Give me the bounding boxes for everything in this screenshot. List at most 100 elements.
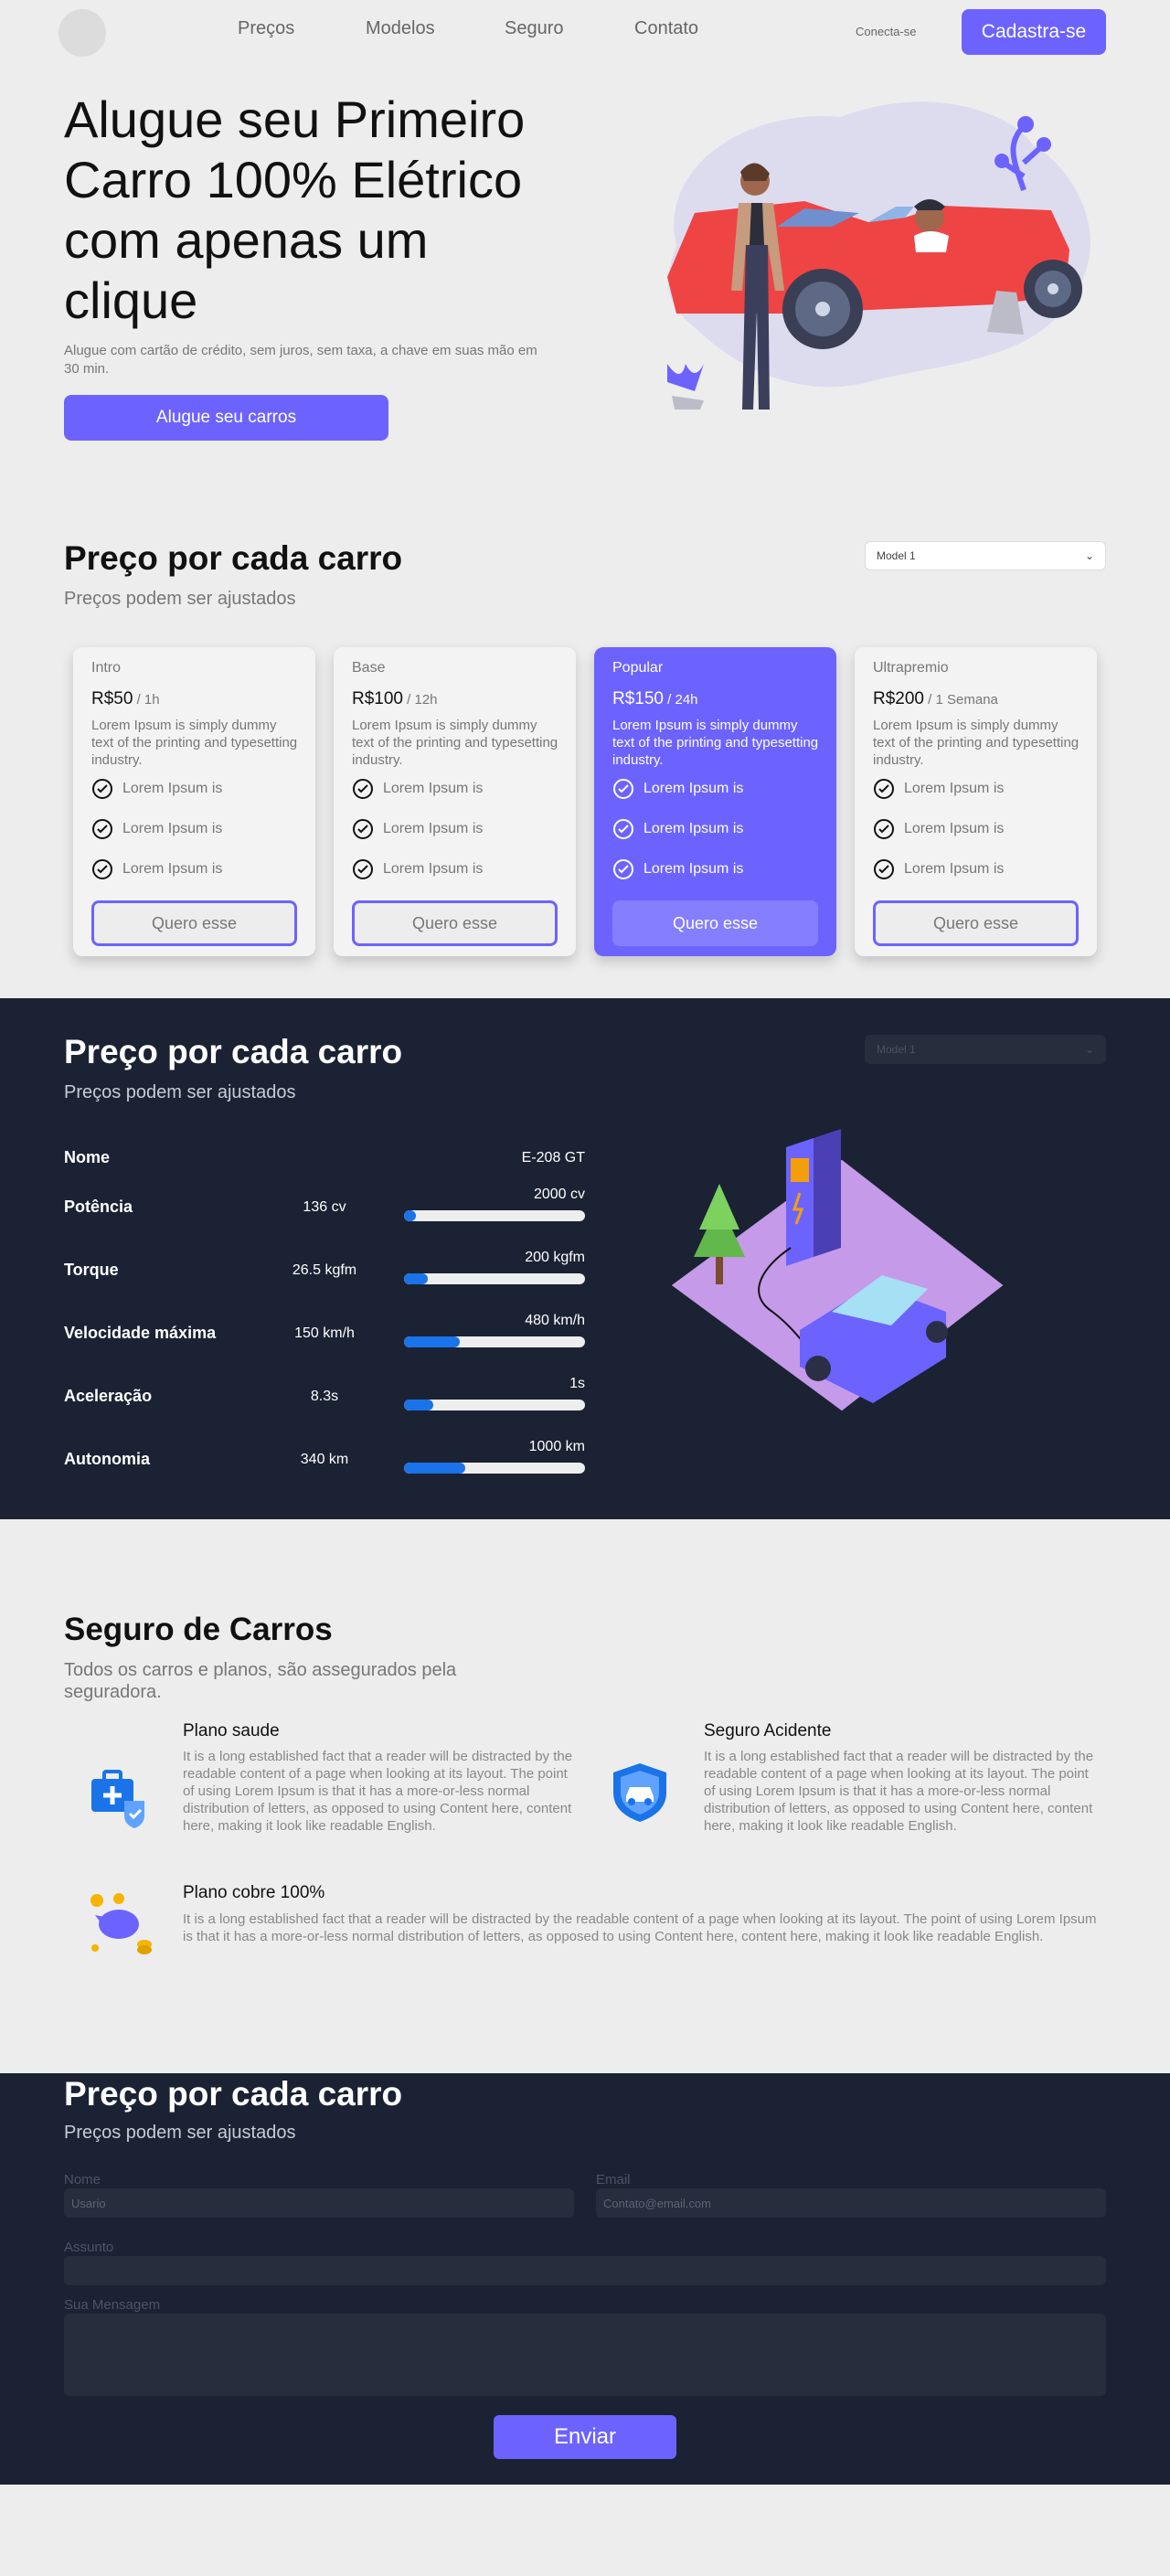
spec-label: Autonomia <box>64 1450 150 1468</box>
insurance-item-text: It is a long established fact that a rea… <box>183 1749 573 1834</box>
pricing-card-intro: Intro R$50 / 1h Lorem Ipsum is simply du… <box>73 647 315 956</box>
check-circle-icon <box>353 779 373 799</box>
feature-item: Lorem Ipsum is <box>873 777 1004 801</box>
check-circle-icon <box>92 859 112 879</box>
spec-value: 136 cv <box>303 1199 346 1215</box>
email-label: Email <box>596 2172 631 2187</box>
charging-station-illustration <box>672 1129 1004 1411</box>
card-tier: Ultrapremio <box>873 660 949 676</box>
email-input-placeholder: Contato@email.com <box>603 2196 711 2210</box>
pricing-card-ultrapremio: Ultrapremio R$200 / 1 Semana Lorem Ipsum… <box>855 647 1097 956</box>
spec-label: Velocidade máxima <box>64 1324 217 1342</box>
signup-button[interactable]: Cadastra-se <box>962 9 1106 55</box>
subject-label: Assunto <box>64 2240 114 2255</box>
login-link[interactable]: Conecta-se <box>856 25 916 38</box>
spec-max: 480 km/h <box>525 1313 585 1328</box>
specs-model-select[interactable]: Model 1 ⌄ <box>865 1035 1106 1064</box>
send-button[interactable]: Enviar <box>494 2415 676 2459</box>
check-circle-icon <box>874 859 894 879</box>
feature-label: Lorem Ipsum is <box>122 821 223 836</box>
feature-label: Lorem Ipsum is <box>383 861 484 877</box>
car-shield-icon <box>613 1763 666 1822</box>
spec-name-label: Nome <box>64 1148 111 1166</box>
model-select[interactable]: Model 1 ⌄ <box>865 541 1106 570</box>
card-description: Lorem Ipsum is simply dummy text of the … <box>352 718 558 768</box>
card-price: R$100 / 12h <box>352 689 438 709</box>
nav-link-contato[interactable]: Contato <box>634 18 698 39</box>
spec-name-value: E-208 GT <box>521 1150 585 1166</box>
pricing-subtitle: Preços podem ser ajustados <box>64 589 296 609</box>
card-price: R$50 / 1h <box>91 689 160 709</box>
price-value: R$50 <box>91 689 133 708</box>
card-tier: Intro <box>91 660 122 676</box>
spec-max: 200 kgfm <box>525 1250 585 1265</box>
choose-plan-button[interactable]: Quero esse <box>91 900 297 946</box>
spec-value: 150 km/h <box>294 1325 355 1341</box>
spec-progress-fill <box>404 1336 461 1347</box>
spec-value: 26.5 kgfm <box>292 1262 357 1278</box>
email-input[interactable]: Contato@email.com <box>596 2188 1106 2218</box>
insurance-item-text: It is a long established fact that a rea… <box>183 1911 1097 1944</box>
feature-item: Lorem Ipsum is <box>352 777 483 801</box>
spec-progress-bar <box>404 1400 585 1410</box>
check-circle-icon <box>613 779 633 799</box>
chevron-down-icon: ⌄ <box>1084 1043 1094 1056</box>
insurance-item-title: Plano cobre 100% <box>183 1883 325 1902</box>
card-price: R$200 / 1 Semana <box>873 689 998 709</box>
feature-item: Lorem Ipsum is <box>352 857 483 881</box>
card-tier: Base <box>352 660 386 676</box>
chevron-down-icon: ⌄ <box>1084 549 1094 562</box>
spec-progress-fill <box>404 1463 466 1474</box>
piggy-coins-icon <box>90 1893 152 1954</box>
card-description: Lorem Ipsum is simply dummy text of the … <box>91 718 298 768</box>
card-price: R$150 / 24h <box>612 689 698 709</box>
model-select-value: Model 1 <box>877 549 916 562</box>
message-label: Sua Mensagem <box>64 2297 161 2313</box>
nav-link-precos[interactable]: Preços <box>238 18 294 39</box>
check-circle-icon <box>874 819 894 839</box>
spec-max: 1s <box>569 1376 585 1391</box>
check-circle-icon <box>613 859 633 879</box>
insurance-item-text: It is a long established fact that a rea… <box>704 1749 1094 1834</box>
choose-plan-button[interactable]: Quero esse <box>352 900 558 946</box>
feature-label: Lorem Ipsum is <box>383 781 484 796</box>
price-period: / 1 Semana <box>924 692 998 708</box>
choose-plan-button[interactable]: Quero esse <box>873 900 1079 946</box>
price-value: R$100 <box>352 689 403 708</box>
feature-label: Lorem Ipsum is <box>122 781 223 796</box>
pricing-card-base: Base R$100 / 12h Lorem Ipsum is simply d… <box>334 647 576 956</box>
feature-item: Lorem Ipsum is <box>612 777 743 801</box>
spec-progress-bar <box>404 1210 585 1221</box>
spec-progress-bar <box>404 1336 585 1347</box>
subject-input[interactable] <box>64 2256 1106 2285</box>
name-input[interactable]: Usario <box>64 2188 574 2218</box>
feature-item: Lorem Ipsum is <box>352 817 483 841</box>
feature-item: Lorem Ipsum is <box>873 817 1004 841</box>
contact-subtitle: Preços podem ser ajustados <box>64 2123 296 2143</box>
choose-plan-button[interactable]: Quero esse <box>612 900 818 946</box>
specs-title: Preço por cada carro <box>64 1033 403 1070</box>
feature-label: Lorem Ipsum is <box>904 861 1005 877</box>
check-circle-icon <box>92 779 112 799</box>
specs-subtitle: Preços podem ser ajustados <box>64 1082 296 1102</box>
check-circle-icon <box>353 859 373 879</box>
feature-label: Lorem Ipsum is <box>904 821 1005 836</box>
spec-label: Torque <box>64 1261 119 1279</box>
spec-label: Potência <box>64 1198 133 1216</box>
insurance-item-title: Plano saude <box>183 1721 280 1740</box>
price-period: / 1h <box>133 692 160 708</box>
check-circle-icon <box>874 779 894 799</box>
feature-label: Lorem Ipsum is <box>122 861 223 877</box>
rent-car-button[interactable]: Alugue seu carros <box>64 395 388 441</box>
card-description: Lorem Ipsum is simply dummy text of the … <box>612 718 819 768</box>
pricing-title: Preço por cada carro <box>64 539 403 577</box>
spec-value: 340 km <box>300 1452 349 1467</box>
hero-car-illustration <box>667 101 1090 410</box>
nav-link-modelos[interactable]: Modelos <box>366 18 435 39</box>
feature-label: Lorem Ipsum is <box>904 781 1005 796</box>
feature-label: Lorem Ipsum is <box>383 821 484 836</box>
spec-progress-fill <box>404 1273 428 1284</box>
message-textarea[interactable] <box>64 2314 1106 2396</box>
spec-progress-bar <box>404 1463 585 1474</box>
nav-link-seguro[interactable]: Seguro <box>505 18 564 39</box>
